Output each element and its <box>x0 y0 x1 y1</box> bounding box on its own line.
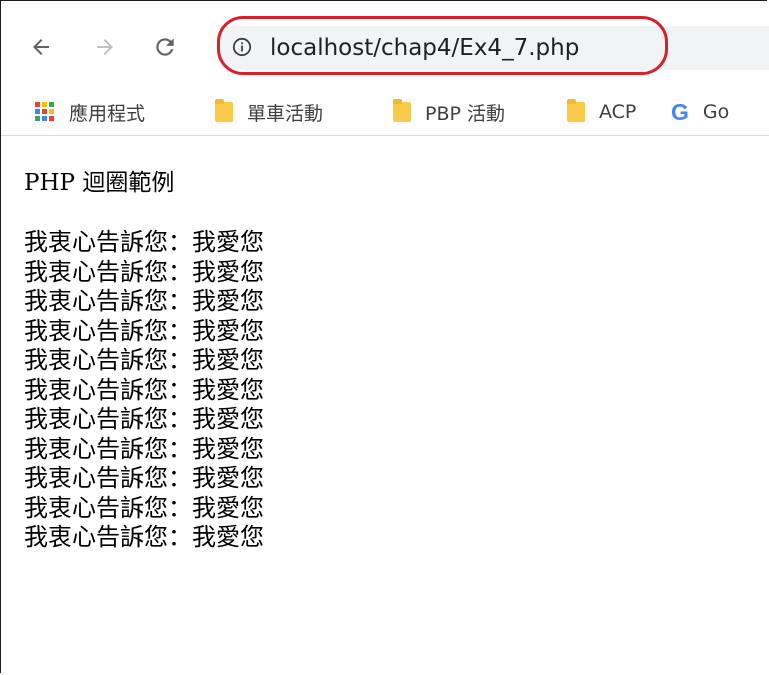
output-line: 我衷心告訴您：我愛您 <box>24 257 264 286</box>
bookmark-folder-cycling[interactable]: 單車活動 <box>215 89 323 135</box>
reload-icon <box>156 38 174 56</box>
folder-icon <box>567 99 585 122</box>
bookmark-label: ACP <box>599 101 637 123</box>
bookmark-label: PBP 活動 <box>425 102 505 125</box>
arrow-left-icon <box>33 39 49 55</box>
back-button[interactable] <box>21 27 61 67</box>
arrow-right-icon <box>97 39 113 55</box>
output-line: 我衷心告訴您：我愛您 <box>24 493 264 522</box>
bookmark-folder-pbp[interactable]: PBP 活動 <box>393 89 505 135</box>
bookmark-folder-acp[interactable]: ACP <box>567 89 636 135</box>
output-line: 我衷心告訴您：我愛您 <box>24 346 264 374</box>
output-line: 我衷心告訴您：我愛您 <box>24 375 264 404</box>
output-line: 我衷心告訴您：我愛您 <box>24 434 264 463</box>
output-lines: 我衷心告訴您：我愛您 我衷心告訴您：我愛您 我衷心告訴您：我愛您 我衷心告訴您：… <box>24 228 764 553</box>
output-line: 我衷心告訴您：我愛您 <box>24 464 264 492</box>
output-line: 我衷心告訴您：我愛您 <box>24 316 264 345</box>
bookmark-apps[interactable]: 應用程式 <box>35 89 145 135</box>
output-line: 我衷心告訴您：我愛您 <box>24 523 264 551</box>
bookmark-label: 單車活動 <box>247 102 324 125</box>
bookmark-google[interactable]: G Go <box>671 89 729 135</box>
apps-grid-icon <box>35 102 55 122</box>
forward-button[interactable] <box>85 27 125 67</box>
output-line: 我衷心告訴您：我愛您 <box>24 405 264 433</box>
page-content: PHP 迴圈範例 我衷心告訴您：我愛您 我衷心告訴您：我愛您 我衷心告訴您：我愛… <box>24 168 764 553</box>
output-line: 我衷心告訴您：我愛您 <box>24 228 264 256</box>
url-highlight-annotation <box>217 16 668 75</box>
page-heading: PHP 迴圈範例 <box>24 170 175 196</box>
bookmark-label: Go <box>702 101 730 123</box>
bookmark-label: 應用程式 <box>69 102 146 125</box>
folder-icon <box>215 99 233 122</box>
folder-icon <box>393 99 411 122</box>
google-icon: G <box>671 98 689 125</box>
reload-button[interactable] <box>145 27 185 67</box>
bookmarks-bar: 應用程式 單車活動 PBP 活動 ACP G Go <box>1 89 769 136</box>
output-line: 我衷心告訴您：我愛您 <box>24 287 264 315</box>
